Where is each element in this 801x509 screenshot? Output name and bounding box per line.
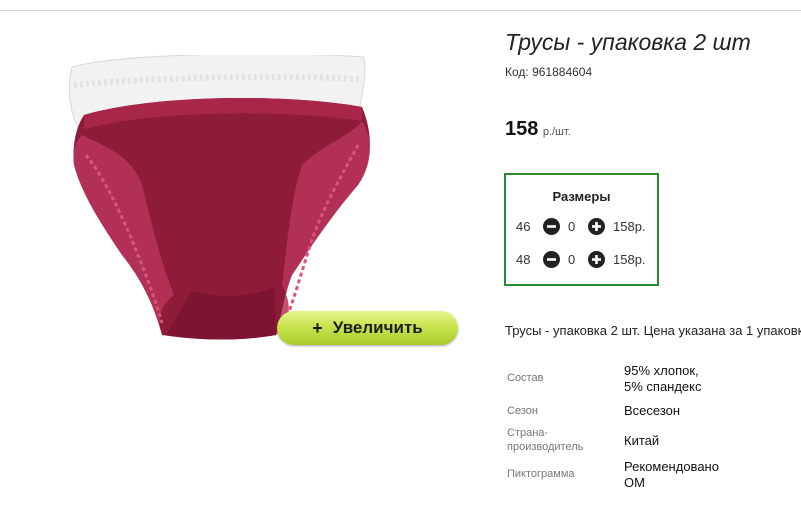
spec-label-season: Сезон: [507, 405, 538, 417]
spec-label-country-1: Страна-: [507, 427, 549, 439]
quantity-value: 0: [568, 219, 576, 234]
spec-value-pictogram-1: Рекомендовано: [624, 459, 719, 474]
size-label: 46: [516, 219, 531, 234]
price-unit: р./шт.: [542, 126, 571, 138]
zoom-button[interactable]: + Увеличить: [277, 311, 458, 345]
size-row: 48 0 158р.: [506, 250, 657, 270]
size-price: 158р.: [613, 252, 646, 267]
product-description: Трусы - упаковка 2 шт. Цена указана за 1…: [505, 323, 801, 338]
minus-circle-icon[interactable]: [543, 251, 560, 268]
product-image[interactable]: [62, 55, 382, 345]
size-price: 158р.: [613, 219, 646, 234]
sizes-box: Размеры 46 0 158р. 48 0 158р.: [504, 173, 659, 286]
spec-value-composition-1: 95% хлопок,: [624, 363, 699, 378]
spec-label-country-2: производитель: [507, 441, 584, 453]
product-code: Код: 961884604: [505, 65, 593, 79]
zoom-button-label: Увеличить: [332, 318, 423, 337]
minus-circle-icon[interactable]: [543, 218, 560, 235]
spec-value-pictogram-2: ОМ: [624, 475, 645, 490]
price: 158 р./шт.: [505, 118, 571, 141]
quantity-value: 0: [568, 252, 576, 267]
spec-label-composition: Состав: [507, 372, 544, 384]
product-title: Трусы - упаковка 2 шт: [505, 29, 751, 55]
spec-label-pictogram: Пиктограмма: [507, 468, 575, 480]
top-divider: [0, 10, 801, 11]
plus-circle-icon[interactable]: [588, 251, 605, 268]
price-value: 158: [505, 118, 539, 140]
spec-value-composition-2: 5% спандекс: [624, 379, 702, 394]
sizes-title: Размеры: [552, 189, 611, 204]
plus-circle-icon[interactable]: [588, 218, 605, 235]
zoom-plus-icon: +: [312, 317, 323, 338]
size-label: 48: [516, 252, 531, 267]
size-row: 46 0 158р.: [506, 217, 657, 237]
spec-value-season: Всесезон: [624, 403, 681, 418]
spec-value-country: Китай: [624, 433, 660, 448]
